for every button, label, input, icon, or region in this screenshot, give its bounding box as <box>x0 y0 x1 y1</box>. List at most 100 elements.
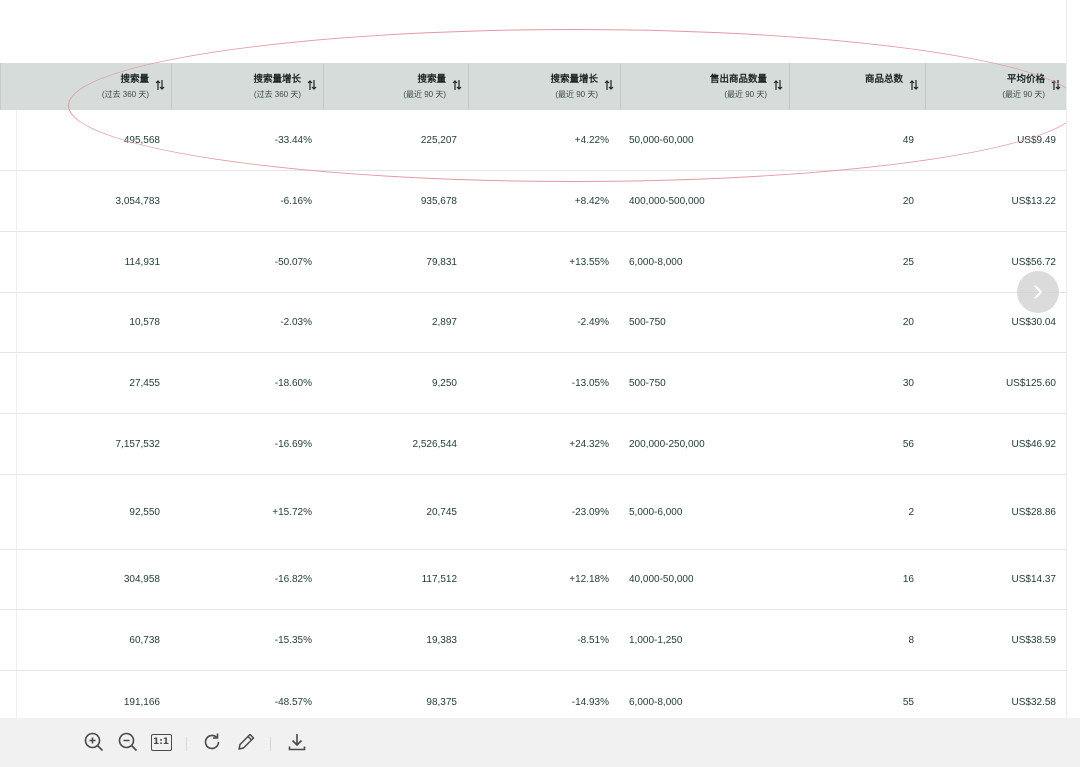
cell-total-products: 49 <box>902 134 914 146</box>
column-header-search-growth-360d[interactable]: 搜索量增长 (过去 360 天) <box>171 63 323 110</box>
sort-icon[interactable] <box>452 79 462 91</box>
cell-search-volume-90d: 2,526,544 <box>412 438 458 450</box>
column-subtitle: (最近 90 天) <box>724 90 767 99</box>
cell-search-volume-90d: 935,678 <box>420 195 457 207</box>
chevron-right-icon <box>1034 285 1043 299</box>
cell-units-sold-90d: 5,000-6,000 <box>629 506 683 518</box>
cell-average-price: US$9.49 <box>1017 134 1056 146</box>
cell-units-sold-90d: 400,000-500,000 <box>629 195 705 207</box>
sort-icon[interactable] <box>909 79 919 91</box>
cell-total-products: 30 <box>902 377 914 389</box>
image-viewer: 搜索量 (过去 360 天) 搜索量增长 (过去 360 天) 搜索量 (最近 … <box>0 0 1080 767</box>
cell-search-growth-360d: -16.82% <box>274 574 312 585</box>
sort-icon[interactable] <box>604 79 614 91</box>
sort-icon[interactable] <box>155 79 165 91</box>
column-title: 商品总数 <box>864 74 903 85</box>
cell-units-sold-90d: 500-750 <box>629 317 666 328</box>
download-icon <box>288 734 306 751</box>
cell-search-volume-360d: 114,931 <box>124 256 160 268</box>
cell-search-growth-90d: +24.32% <box>569 438 609 450</box>
zoom-out-button[interactable] <box>116 730 140 754</box>
table-row[interactable]: 7,157,532 -16.69% 2,526,544 +24.32% 200,… <box>0 414 1066 475</box>
actual-size-icon: 1:1 <box>150 733 172 751</box>
cell-search-volume-360d: 60,738 <box>129 634 160 646</box>
edit-button[interactable] <box>234 730 258 754</box>
cell-average-price: US$46.92 <box>1011 438 1056 450</box>
cell-search-growth-360d: -16.69% <box>274 438 312 450</box>
column-subtitle: (最近 90 天) <box>555 90 598 99</box>
column-header-search-growth-90d[interactable]: 搜索量增长 (最近 90 天) <box>468 63 620 110</box>
cell-search-volume-90d: 9,250 <box>431 377 457 389</box>
column-subtitle: (过去 360 天) <box>253 90 301 99</box>
screenshot-sheet: 搜索量 (过去 360 天) 搜索量增长 (过去 360 天) 搜索量 (最近 … <box>0 0 1066 718</box>
cell-search-growth-360d: -48.57% <box>274 696 312 708</box>
rotate-button[interactable] <box>200 730 224 754</box>
sort-icon[interactable] <box>773 79 783 91</box>
cell-search-growth-90d: -14.93% <box>571 696 609 708</box>
table-row[interactable]: 114,931 -50.07% 79,831 +13.55% 6,000-8,0… <box>0 232 1066 293</box>
column-header-search-volume-360d[interactable]: 搜索量 (过去 360 天) <box>1 63 171 110</box>
cell-search-volume-90d: 79,831 <box>426 256 457 268</box>
cell-total-products: 55 <box>902 696 914 708</box>
cell-average-price: US$32.58 <box>1011 696 1056 708</box>
cell-average-price: US$14.37 <box>1011 574 1056 585</box>
table-row[interactable]: 304,958 -16.82% 117,512 +12.18% 40,000-5… <box>0 550 1066 610</box>
cell-average-price: US$38.59 <box>1011 634 1056 646</box>
table-row[interactable]: 3,054,783 -6.16% 935,678 +8.42% 400,000-… <box>0 171 1066 232</box>
cell-search-growth-90d: -8.51% <box>577 634 609 646</box>
column-header-search-volume-90d[interactable]: 搜索量 (最近 90 天) <box>323 63 468 110</box>
cell-total-products: 20 <box>902 195 914 207</box>
cell-total-products: 2 <box>908 506 914 518</box>
column-header-units-sold-90d[interactable]: 售出商品数量 (最近 90 天) <box>620 63 789 110</box>
cell-total-products: 8 <box>908 634 914 646</box>
column-subtitle: (最近 90 天) <box>1002 90 1045 99</box>
sort-icon[interactable] <box>307 79 317 91</box>
cell-search-growth-90d: +8.42% <box>574 195 609 207</box>
table-row[interactable]: 191,166 -48.57% 98,375 -14.93% 6,000-8,0… <box>0 671 1066 718</box>
table-row[interactable]: 27,455 -18.60% 9,250 -13.05% 500-750 30 … <box>0 353 1066 414</box>
right-edge-gutter <box>1066 0 1080 718</box>
column-header-average-price-90d[interactable]: 平均价格 (最近 90 天) <box>925 63 1066 110</box>
cell-search-volume-90d: 98,375 <box>426 696 457 708</box>
edit-pen-icon <box>238 733 255 750</box>
cell-search-growth-360d: -18.60% <box>274 377 312 389</box>
cell-search-volume-360d: 304,958 <box>123 574 160 585</box>
column-title: 搜索量 <box>120 74 149 85</box>
cell-search-growth-360d: -6.16% <box>280 195 312 207</box>
cell-search-volume-360d: 3,054,783 <box>115 195 161 207</box>
cell-search-growth-360d: -33.44% <box>274 134 312 146</box>
cell-units-sold-90d: 1,000-1,250 <box>629 634 683 646</box>
cell-search-growth-90d: +13.55% <box>569 256 609 268</box>
next-image-button[interactable] <box>1017 271 1059 313</box>
cell-units-sold-90d: 500-750 <box>629 377 666 389</box>
cell-total-products: 16 <box>902 574 914 585</box>
sort-icon[interactable] <box>1051 79 1061 91</box>
toolbar-divider <box>186 737 187 751</box>
cell-search-volume-360d: 7,157,532 <box>115 438 161 450</box>
table-row[interactable]: 495,568 -33.44% 225,207 +4.22% 50,000-60… <box>0 110 1066 171</box>
column-title: 搜索量增长 <box>253 74 301 85</box>
cell-search-growth-90d: -13.05% <box>571 377 609 389</box>
actual-size-button[interactable]: 1:1 <box>149 730 173 754</box>
cell-search-growth-90d: -2.49% <box>577 317 609 328</box>
table-row[interactable]: 60,738 -15.35% 19,383 -8.51% 1,000-1,250… <box>0 610 1066 671</box>
cell-search-growth-360d: +15.72% <box>272 506 312 518</box>
cell-search-volume-90d: 117,512 <box>421 574 457 585</box>
cell-search-volume-90d: 20,745 <box>426 506 457 518</box>
cell-search-volume-90d: 19,383 <box>426 634 457 646</box>
cell-search-volume-360d: 495,568 <box>123 134 160 146</box>
cell-search-volume-360d: 27,455 <box>129 377 160 389</box>
download-button[interactable] <box>285 730 309 754</box>
cell-average-price: US$125.60 <box>1005 377 1056 389</box>
column-header-total-products[interactable]: 商品总数 <box>789 63 925 110</box>
column-title: 平均价格 <box>1006 74 1045 85</box>
zoom-in-button[interactable] <box>82 730 106 754</box>
viewer-toolbar: 1:1 <box>0 718 1080 767</box>
column-subtitle: (过去 360 天) <box>101 90 149 99</box>
rotate-icon <box>204 733 220 750</box>
table-row[interactable]: 10,578 -2.03% 2,897 -2.49% 500-750 20 US… <box>0 293 1066 353</box>
cell-search-growth-360d: -2.03% <box>280 317 312 328</box>
column-title: 搜索量 <box>417 74 446 85</box>
cell-search-growth-90d: +4.22% <box>574 134 609 146</box>
table-row[interactable]: 92,550 +15.72% 20,745 -23.09% 5,000-6,00… <box>0 475 1066 550</box>
